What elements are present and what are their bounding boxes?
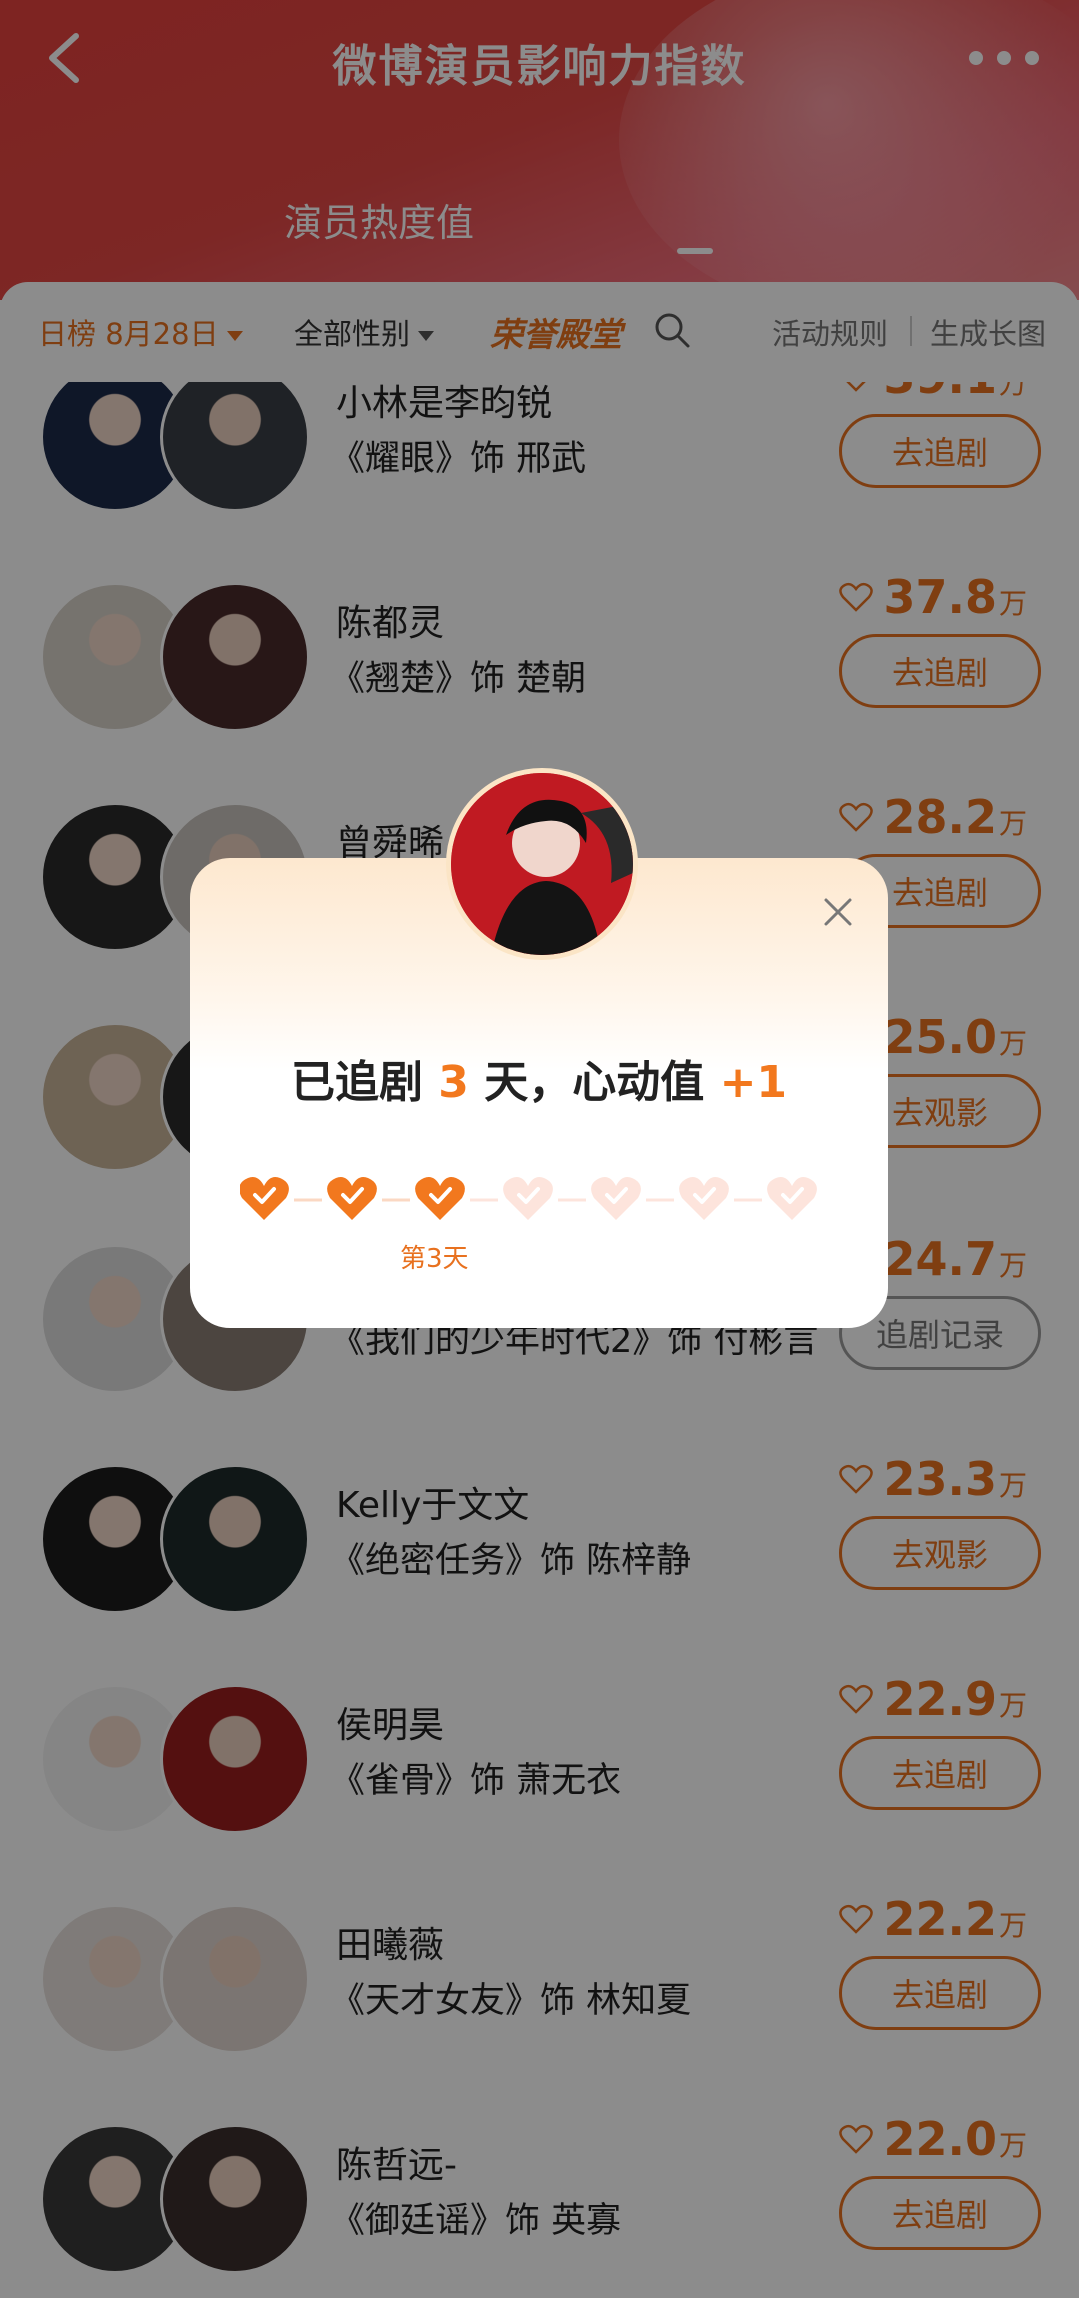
bonus-value: +1 [719,1057,788,1108]
heart-checked-icon [240,1177,289,1220]
msg-middle: 天，心动值 [484,1057,705,1108]
close-icon[interactable] [818,892,858,932]
checkin-progress [240,1177,817,1220]
heart-empty-icon [679,1177,729,1220]
heart-checked-icon [327,1177,377,1220]
heart-empty-icon [591,1177,641,1220]
current-day-label: 第3天 [400,1244,469,1274]
heart-checked-icon [415,1177,465,1220]
days-count: 3 [438,1057,469,1108]
checkin-message: 已追剧 3 天，心动值 +1 [190,1046,888,1110]
heart-empty-icon [767,1177,817,1220]
actor-avatar [446,768,638,960]
heart-empty-icon [503,1177,553,1220]
msg-prefix: 已追剧 [290,1057,423,1108]
